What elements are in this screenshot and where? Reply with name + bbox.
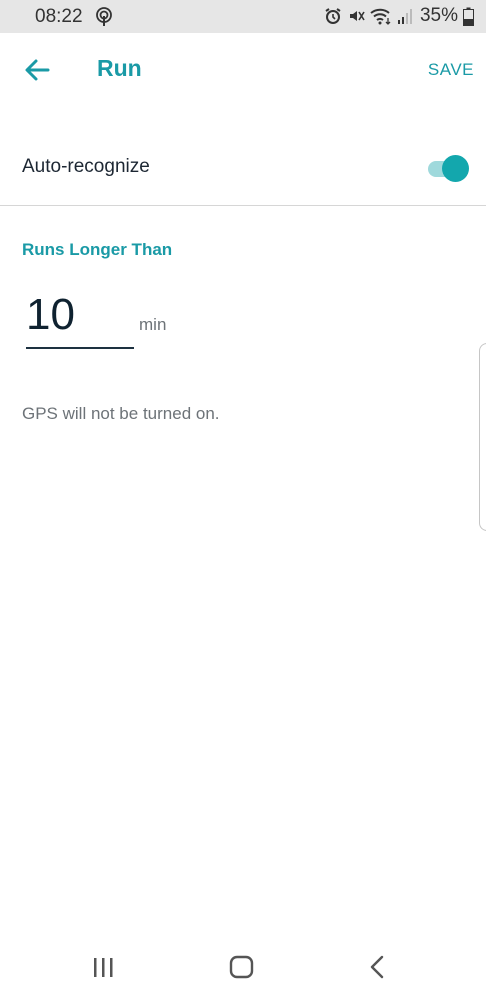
nav-bar [0, 935, 486, 999]
battery-percent: 35% [419, 5, 458, 26]
recents-icon[interactable] [91, 957, 115, 979]
status-bar: 08:22 35% [0, 0, 486, 33]
save-button[interactable]: SAVE [428, 60, 474, 80]
battery-icon [463, 7, 474, 26]
auto-recognize-label: Auto-recognize [22, 156, 150, 177]
back-icon[interactable] [368, 955, 386, 979]
toggle-thumb [442, 155, 469, 182]
auto-recognize-row[interactable]: Auto-recognize [0, 137, 486, 199]
duration-unit-label: min [139, 315, 167, 334]
back-button[interactable] [20, 55, 54, 85]
wifi-icon [370, 8, 391, 25]
duration-input[interactable]: 10 [26, 287, 134, 349]
home-icon[interactable] [229, 955, 254, 979]
section-header: Runs Longer Than [22, 240, 173, 259]
status-time: 08:22 [35, 6, 83, 27]
edge-panel-handle[interactable] [479, 343, 486, 531]
app-bar: Run SAVE [0, 33, 486, 107]
status-icons: 35% [324, 5, 474, 27]
gps-note: GPS will not be turned on. [22, 404, 220, 423]
mute-icon [349, 11, 365, 21]
page-title: Run [97, 55, 142, 81]
auto-recognize-toggle[interactable] [426, 153, 472, 183]
signal-icon [397, 9, 412, 24]
alarm-icon [325, 8, 341, 24]
podcast-icon [96, 7, 112, 26]
divider [0, 205, 486, 206]
back-arrow-icon [25, 59, 50, 81]
